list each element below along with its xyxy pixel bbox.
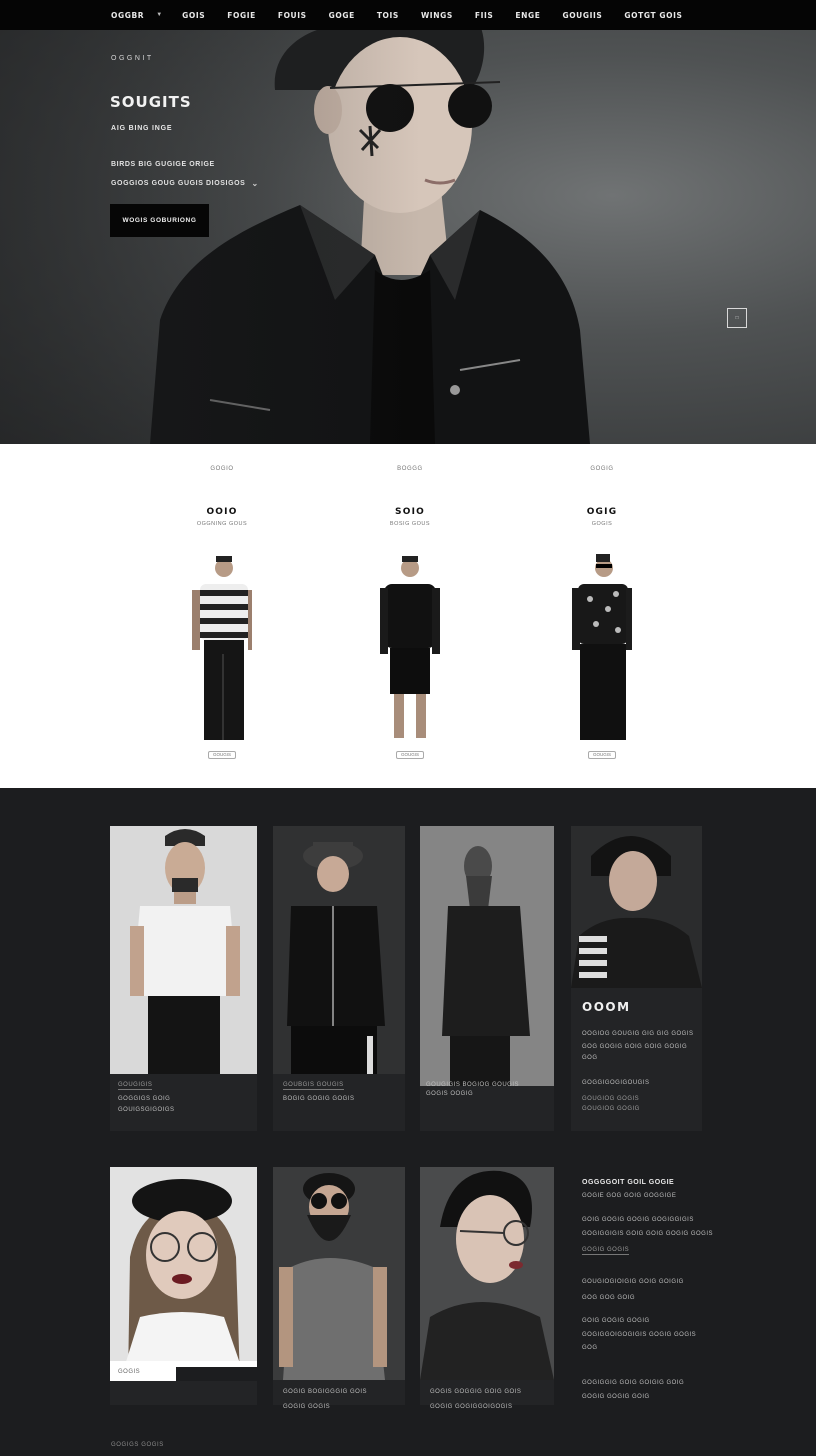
nav-item-1[interactable]: OGGBR bbox=[111, 11, 144, 20]
lookbook-card[interactable]: GOGIG BOGIGGGIG GOIS GOGIG GOGIS bbox=[273, 1167, 405, 1410]
card-caption: GOGIG GOGIS bbox=[283, 1404, 331, 1410]
card-caption: GOGIG BOGIGGGIG GOIS bbox=[283, 1389, 368, 1395]
nav-item-8[interactable]: FIIS bbox=[475, 11, 494, 20]
nav-item-2[interactable]: GOIS bbox=[182, 11, 205, 20]
lookbook-photo bbox=[273, 1167, 405, 1380]
lookbook-photo bbox=[420, 1167, 554, 1380]
info-card-text: GOGGIGOGIGOUGIS bbox=[582, 1080, 650, 1086]
product-link[interactable]: GOUGIS bbox=[588, 751, 616, 759]
hero-title: SOUGITS bbox=[110, 93, 192, 111]
hero-dropdown-label: GOGGIOS GOUG GUGIS DIOSIGOS bbox=[111, 180, 246, 187]
lookbook-photo bbox=[273, 826, 405, 1074]
hero-banner: OGGNIT SOUGITS AIG BING INGE BIRDS BIG G… bbox=[0, 30, 816, 444]
card-caption: GOGIG GOGIGGOIGOGIS bbox=[430, 1404, 513, 1410]
info-card-text: OOGIOG GOUGIG GIG GIG GOGIS bbox=[582, 1031, 694, 1037]
nav-item-6[interactable]: TOIS bbox=[377, 11, 399, 20]
side-text-column: OGGGGOIT GOIL GOGIE GOGIE GOG GOIG GOGGI… bbox=[571, 1167, 714, 1407]
card-caption: GOGIS GOGGIG GOIG GOIS bbox=[430, 1389, 522, 1395]
product-strip: GOGIO OOIO OGGNING GOUS GOUGIS BOGGG SOI… bbox=[0, 444, 816, 788]
lookbook-card[interactable]: GOUBGIS GOUGIS BOGIG GOGIG GOGIS bbox=[273, 826, 405, 1131]
nav-item-10[interactable]: GOUGIIS bbox=[562, 11, 602, 20]
lookbook-photo bbox=[571, 826, 702, 988]
card-caption: GOGIS OOGIG bbox=[426, 1091, 474, 1097]
product-link[interactable]: GOUGIS bbox=[208, 751, 236, 759]
lookbook-card[interactable]: GOGIS bbox=[110, 1167, 257, 1405]
side-text: GOGIGGOIGOGIGIS GOGIG GOGIS bbox=[582, 1332, 697, 1338]
card-caption: GOUGIGIS bbox=[118, 1082, 153, 1090]
lookbook-card[interactable]: GOGIS GOGGIG GOIG GOIS GOGIG GOGIGGOIGOG… bbox=[420, 1167, 554, 1410]
side-text: GOIG GOGIG GOGIG GOGIGGIGIS bbox=[582, 1217, 694, 1223]
card-caption: GOUIGSGIGOIGS bbox=[118, 1107, 175, 1113]
info-card-text: GOG bbox=[582, 1055, 598, 1061]
lookbook-grid: GOUGIGIS GOGGIGS GOIG GOUIGSGIGOIGS GOUB… bbox=[0, 788, 816, 1456]
info-card-text: GOUGIOG GOGIS bbox=[582, 1096, 640, 1102]
product-model-image bbox=[380, 556, 440, 738]
lookbook-card[interactable]: GOUGIGIS GOGGIGS GOIG GOUIGSGIGOIGS bbox=[110, 826, 257, 1131]
hero-dropdown[interactable]: GOGGIOS GOUG GUGIS DIOSIGOS ⌄ bbox=[111, 179, 259, 188]
hero-cta-button[interactable]: WOGIS GOBURIONG bbox=[110, 204, 209, 237]
nav-item-9[interactable]: ENGE bbox=[515, 11, 540, 20]
footer-text: GOGIGS GOGIS bbox=[111, 1442, 164, 1448]
nav-item-7[interactable]: WINGS bbox=[421, 11, 453, 20]
side-text: GOIG GOGIG GOGIG bbox=[582, 1318, 650, 1324]
product-price: OGIG bbox=[586, 507, 618, 517]
lookbook-card[interactable]: GOUGIGIS BOGIOG GOUGIS GOGIS OOGIG bbox=[420, 826, 554, 1131]
info-card-title: OOOM bbox=[582, 1000, 631, 1014]
info-card-text: GOUGIOG GOGIG bbox=[582, 1106, 640, 1112]
product-price: OOIO bbox=[206, 507, 238, 517]
next-slide-button[interactable]: □ bbox=[727, 308, 747, 328]
side-link[interactable]: GOGIG GOGIS bbox=[582, 1247, 630, 1255]
info-card-text: GOG GOGIG GOIG GOIG GOGIG bbox=[582, 1044, 688, 1050]
card-caption: GOGIS bbox=[118, 1369, 141, 1375]
product-name: GOGIS bbox=[591, 521, 613, 527]
side-text: GOG GOG GOIG bbox=[582, 1295, 636, 1301]
chevron-down-icon[interactable]: ▼ bbox=[156, 12, 162, 18]
product-name: BOSIG GOUS bbox=[389, 521, 431, 527]
lookbook-photo bbox=[110, 826, 257, 1074]
hero-overlay bbox=[0, 30, 420, 444]
page: OGGBR ▼ GOIS FOGIE FOUIS GOGE TOIS WINGS… bbox=[0, 0, 816, 1456]
hero-text-line-1: BIRDS BIG GUGIGE ORIGE bbox=[111, 161, 215, 168]
hero-eyebrow: OGGNIT bbox=[111, 55, 154, 62]
product-name: OGGNING GOUS bbox=[196, 521, 248, 527]
product-category: GOGIO bbox=[210, 466, 234, 472]
nav-item-11[interactable]: GOTGT GOIS bbox=[624, 11, 682, 20]
product-link[interactable]: GOUGIS bbox=[396, 751, 424, 759]
top-nav: OGGBR ▼ GOIS FOGIE FOUIS GOGE TOIS WINGS… bbox=[0, 0, 816, 30]
nav-item-3[interactable]: FOGIE bbox=[227, 11, 256, 20]
hero-subtitle: AIG BING INGE bbox=[111, 125, 173, 132]
product-model-image bbox=[192, 556, 252, 740]
lookbook-photo bbox=[110, 1167, 257, 1381]
product-category: GOGIG bbox=[590, 466, 614, 472]
nav-item-4[interactable]: FOUIS bbox=[278, 11, 307, 20]
nav-item-5[interactable]: GOGE bbox=[329, 11, 355, 20]
side-text: GOGIE GOG GOIG GOGGIGE bbox=[582, 1193, 677, 1199]
lookbook-photo bbox=[420, 826, 554, 1086]
side-title: OGGGGOIT GOIL GOGIE bbox=[582, 1179, 675, 1186]
side-text: GOUGIOGIOIGIG GOIG GOIGIG bbox=[582, 1279, 684, 1285]
card-caption: GOGGIGS GOIG bbox=[118, 1096, 171, 1102]
side-text: GOG bbox=[582, 1345, 598, 1351]
product-category: BOGGG bbox=[397, 466, 423, 472]
card-caption: BOGIG GOGIG GOGIS bbox=[283, 1096, 355, 1102]
lookbook-info-card[interactable]: OOOM OOGIOG GOUGIG GIG GIG GOGIS GOG GOG… bbox=[571, 826, 702, 1131]
card-caption: GOUGIGIS BOGIOG GOUGIS bbox=[426, 1082, 520, 1088]
product-price: SOIO bbox=[395, 507, 425, 517]
side-text: GOGIGGIG GOIG GOIGIG GOIG bbox=[582, 1380, 685, 1386]
side-text: GOGIG GOGIG GOIG bbox=[582, 1394, 650, 1400]
card-caption: GOUBGIS GOUGIS bbox=[283, 1082, 344, 1090]
side-text: GOGIGGIGIS GOIG GOIG GOGIG GOGIS bbox=[582, 1231, 714, 1237]
chevron-down-icon: ⌄ bbox=[251, 179, 259, 188]
product-model-image bbox=[572, 554, 632, 740]
